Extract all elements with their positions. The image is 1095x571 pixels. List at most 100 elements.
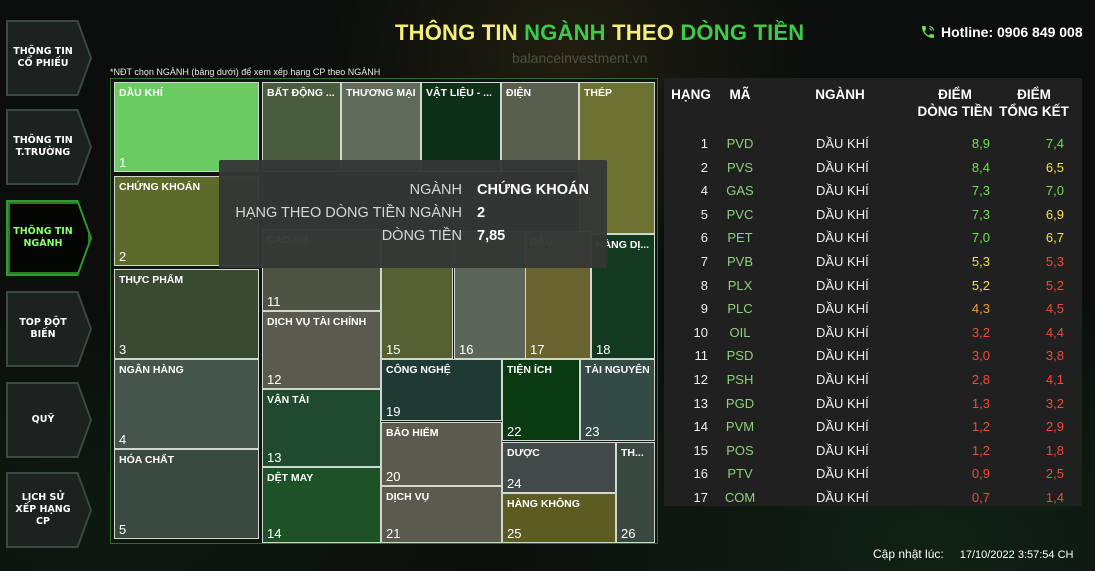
table-row[interactable]: 10 OIL DẦU KHÍ 3,2 4,4 — [664, 321, 1082, 345]
cell-code: PLX — [727, 277, 753, 293]
treemap-tile[interactable]: DỆT MAY 14 — [262, 467, 381, 543]
nav-item[interactable]: TOP ĐỘT BIẾN — [8, 293, 90, 365]
cell-flow-score: 2,8 — [971, 372, 990, 387]
cell-flow-score: 1,3 — [971, 395, 990, 411]
cell-rank: 17 — [693, 490, 708, 505]
cell-code: POS — [726, 442, 754, 458]
tile-label: BẤT ĐỘNG ... — [267, 87, 335, 99]
cell-code: PTV — [727, 466, 753, 482]
cell-code: PLC — [727, 301, 753, 317]
table-row[interactable]: 13 PGD DẦU KHÍ 1,3 3,2 — [664, 392, 1082, 416]
treemap-tile[interactable]: HÓA CHẤT 5 — [114, 449, 259, 539]
tooltip-key: HẠNG THEO DÒNG TIỀN NGÀNH — [235, 205, 462, 221]
tile-rank: 4 — [119, 432, 127, 447]
cell-rank: 13 — [693, 395, 708, 411]
tooltip-key: DÒNG TIỀN — [381, 228, 462, 244]
nav-item-label: TOP ĐỘT BIẾN — [19, 317, 67, 340]
treemap-tile[interactable]: VẬN TẢI 13 — [262, 389, 381, 467]
table-row[interactable]: 2 PVS DẦU KHÍ 8,4 6,5 — [664, 156, 1082, 180]
tile-rank: 20 — [386, 469, 401, 484]
nav-item[interactable]: QUỸ — [8, 384, 90, 456]
cell-code: PVS — [726, 159, 753, 175]
treemap-tile[interactable]: DỊCH VỤ 21 — [381, 486, 502, 543]
cell-rank: 7 — [700, 254, 708, 269]
title-part: THEO — [605, 20, 681, 45]
nav-item-label: THÔNG TIN CỔ PHIẾU — [13, 46, 73, 69]
treemap-tile[interactable]: HÀNG KHÔNG 25 — [502, 493, 616, 543]
tile-rank: 17 — [530, 342, 545, 357]
treemap-tile[interactable]: TH... 26 — [616, 442, 655, 543]
tile-rank: 2 — [119, 249, 127, 264]
header-rank[interactable]: HẠNG — [668, 86, 714, 103]
cell-code: PVC — [726, 206, 754, 222]
tile-rank: 12 — [267, 372, 282, 387]
tile-label: ĐIỆN — [506, 87, 532, 99]
treemap-tile[interactable]: DẦU KHÍ 1 — [114, 82, 259, 172]
treemap-tile[interactable]: THƯƠNG MẠI — [341, 82, 421, 172]
treemap-tile[interactable]: DỊCH VỤ TÀI CHÍNH 12 — [262, 311, 381, 389]
header-code[interactable]: MÃ — [718, 86, 762, 103]
updated-value: 17/10/2022 3:57:54 CH — [959, 549, 1074, 561]
cell-sector: DẦU KHÍ — [816, 490, 869, 505]
cell-flow-score: 8,4 — [971, 159, 990, 175]
treemap-tile[interactable]: CÔNG NGHỆ 19 — [381, 359, 502, 421]
cell-rank: 15 — [693, 442, 708, 458]
treemap-tile[interactable]: DƯỢC 24 — [502, 442, 616, 493]
table-row[interactable]: 5 PVC DẦU KHÍ 7,3 6,9 — [664, 203, 1082, 227]
table-row[interactable]: 14 PVM DẦU KHÍ 1,2 2,9 — [664, 415, 1082, 439]
tile-label: BẢO HIỂM — [386, 427, 439, 439]
tile-rank: 11 — [267, 294, 281, 309]
header-sector[interactable]: NGÀNH — [804, 86, 876, 103]
treemap-tile[interactable]: THỰC PHẨM 3 — [114, 269, 259, 359]
header-flow-score[interactable]: ĐIỂM DÒNG TIỀN — [914, 86, 996, 120]
nav-item-label: LỊCH SỬ XẾP HẠNG CP — [15, 492, 71, 527]
table-row[interactable]: 8 PLX DẦU KHÍ 5,2 5,2 — [664, 274, 1082, 298]
tooltip-row: HẠNG THEO DÒNG TIỀN NGÀNH 2 — [219, 205, 607, 227]
cell-sector: DẦU KHÍ — [816, 183, 869, 199]
nav-item[interactable]: THÔNG TIN T.TRƯỜNG — [8, 111, 90, 183]
tile-rank: 26 — [621, 526, 636, 541]
header-total-score[interactable]: ĐIỂM TỔNG KẾT — [996, 86, 1072, 120]
tile-label: DỊCH VỤ TÀI CHÍNH — [267, 316, 367, 328]
table-row[interactable]: 6 PET DẦU KHÍ 7,0 6,7 — [664, 226, 1082, 250]
cell-rank: 8 — [700, 277, 708, 293]
treemap-tile[interactable]: VẬT LIỆU - ... — [421, 82, 501, 172]
tooltip-value: CHỨNG KHOÁN — [477, 182, 589, 198]
treemap-tile[interactable]: BẤT ĐỘNG ... — [262, 82, 341, 172]
table-row[interactable]: 17 COM DẦU KHÍ 0,7 1,4 — [664, 486, 1082, 510]
nav-item[interactable]: THÔNG TIN NGÀNH — [8, 202, 90, 274]
cell-flow-score: 0,7 — [971, 490, 990, 505]
tile-rank: 16 — [459, 342, 474, 357]
cell-sector: DẦU KHÍ — [816, 372, 869, 387]
tile-label: TH... — [621, 447, 644, 459]
table-row[interactable]: 16 PTV DẦU KHÍ 0,9 2,5 — [664, 462, 1082, 486]
header-flow-line1: ĐIỂM — [938, 87, 972, 102]
cell-sector: DẦU KHÍ — [816, 301, 869, 317]
tile-rank: 5 — [119, 522, 127, 537]
treemap-tile[interactable]: ĐIỆN — [501, 82, 579, 172]
table-row[interactable]: 15 POS DẦU KHÍ 1,2 1,8 — [664, 439, 1082, 463]
table-row[interactable]: 11 PSD DẦU KHÍ 3,0 3,8 — [664, 344, 1082, 368]
nav-item[interactable]: THÔNG TIN CỔ PHIẾU — [8, 22, 90, 94]
hotline[interactable]: Hotline: 0906 849 008 — [920, 24, 1083, 40]
table-row[interactable]: 1 PVD DẦU KHÍ 8,9 7,4 — [664, 132, 1082, 156]
tile-label: NGÂN HÀNG — [119, 364, 184, 376]
cell-flow-score: 7,3 — [971, 206, 990, 222]
treemap-tile[interactable]: NGÂN HÀNG 4 — [114, 359, 259, 449]
tile-label: CHỨNG KHOÁN — [119, 181, 201, 193]
cell-code: PSD — [726, 348, 754, 364]
table-row[interactable]: 9 PLC DẦU KHÍ 4,3 4,5 — [664, 297, 1082, 321]
treemap-tile[interactable]: TIỆN ÍCH 22 — [502, 359, 580, 441]
cell-sector: DẦU KHÍ — [816, 136, 869, 151]
tile-label: DỊCH VỤ — [386, 491, 430, 503]
nav-item[interactable]: LỊCH SỬ XẾP HẠNG CP — [8, 474, 90, 546]
tooltip-value: 7,85 — [477, 228, 506, 244]
treemap-tile[interactable]: BẢO HIỂM 20 — [381, 422, 502, 486]
table-row[interactable]: 4 GAS DẦU KHÍ 7,3 7,0 — [664, 179, 1082, 203]
cell-rank: 1 — [700, 136, 708, 151]
table-row[interactable]: 12 PSH DẦU KHÍ 2,8 4,1 — [664, 368, 1082, 392]
treemap-tile[interactable]: TÀI NGUYÊN 23 — [580, 359, 655, 441]
table-row[interactable]: 7 PVB DẦU KHÍ 5,3 5,3 — [664, 250, 1082, 274]
cell-flow-score: 7,3 — [971, 183, 990, 199]
ranking-table: HẠNG MÃ NGÀNH ĐIỂM DÒNG TIỀN ĐIỂM TỔNG K… — [664, 78, 1082, 506]
